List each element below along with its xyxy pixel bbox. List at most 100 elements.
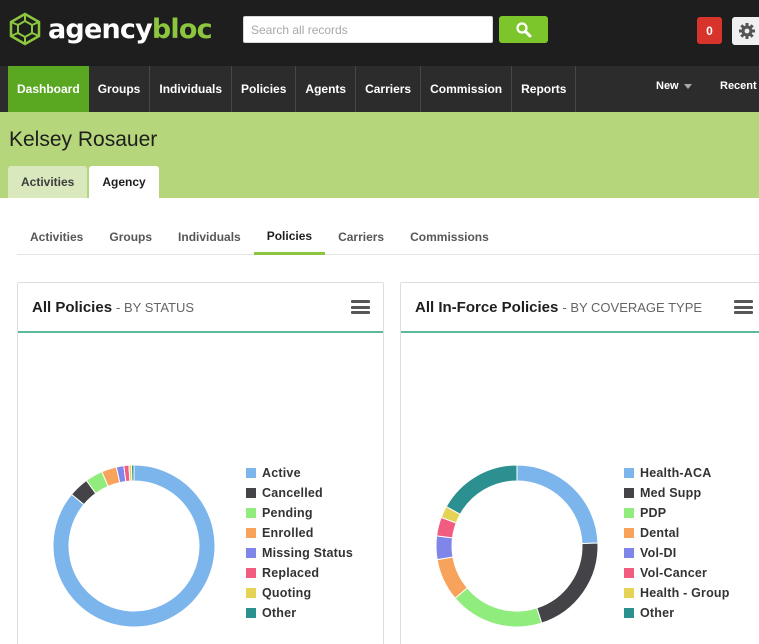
chart-legend: Health-ACA Med Supp PDP Dental Vol-DI Vol-Can… xyxy=(624,463,730,623)
nav-items: Dashboard Groups Individuals Policies Ag… xyxy=(8,66,577,112)
legend-swatch xyxy=(246,548,256,558)
logo-wordmark: agencybloc xyxy=(48,13,213,45)
search-icon xyxy=(515,21,531,37)
legend-swatch xyxy=(246,608,256,618)
nav-groups[interactable]: Groups xyxy=(89,66,151,112)
legend-label: Vol-Cancer xyxy=(640,566,708,580)
panel-header: All In-Force Policies - BY COVERAGE TYPE xyxy=(401,283,759,333)
policies-status-donut xyxy=(52,464,216,628)
inforce-by-coverage-panel: All In-Force Policies - BY COVERAGE TYPE… xyxy=(400,282,759,644)
legend-swatch xyxy=(624,548,634,558)
slice-other[interactable] xyxy=(130,464,135,482)
legend-swatch xyxy=(624,568,634,578)
recent-dropdown[interactable]: Recent xyxy=(720,80,757,92)
record-tabs: Activities Agency xyxy=(8,166,159,198)
legend-item-med-supp[interactable]: Med Supp xyxy=(624,483,730,503)
legend-item-vol-di[interactable]: Vol-DI xyxy=(624,543,730,563)
new-dropdown-label: New xyxy=(656,80,679,92)
panel-title: All Policies xyxy=(32,298,113,316)
nav-dashboard[interactable]: Dashboard xyxy=(8,66,89,112)
logo-cube-icon xyxy=(9,12,41,46)
legend-item-pending[interactable]: Pending xyxy=(246,503,353,523)
nav-agents[interactable]: Agents xyxy=(296,66,357,112)
legend-label: Active xyxy=(262,466,301,480)
legend-item-cancelled[interactable]: Cancelled xyxy=(246,483,353,503)
nav-individuals[interactable]: Individuals xyxy=(150,66,233,112)
legend-label: Cancelled xyxy=(262,486,323,500)
legend-label: Missing Status xyxy=(262,546,354,560)
legend-item-enrolled[interactable]: Enrolled xyxy=(246,523,353,543)
nav-carriers[interactable]: Carriers xyxy=(356,66,422,112)
legend-label: Vol-DI xyxy=(640,546,677,560)
hamburger-menu-icon[interactable] xyxy=(734,300,753,314)
legend-item-health-aca[interactable]: Health-ACA xyxy=(624,463,730,483)
legend-swatch xyxy=(624,588,634,598)
legend-swatch xyxy=(624,608,634,618)
subtab-carriers[interactable]: Carriers xyxy=(325,218,397,255)
legend-label: Health-ACA xyxy=(640,466,712,480)
subtab-policies[interactable]: Policies xyxy=(253,218,326,255)
notifications-badge[interactable]: 0 xyxy=(697,17,722,44)
legend-label: Pending xyxy=(262,506,313,520)
slice-pdp[interactable] xyxy=(454,587,543,628)
subtab-individuals[interactable]: Individuals xyxy=(165,218,254,255)
legend-label: Dental xyxy=(640,526,680,540)
legend-swatch xyxy=(624,508,634,518)
legend-item-other[interactable]: Other xyxy=(624,603,730,623)
legend-label: Replaced xyxy=(262,566,320,580)
tab-agency[interactable]: Agency xyxy=(89,166,159,198)
nav-policies[interactable]: Policies xyxy=(232,66,297,112)
legend-swatch xyxy=(624,468,634,478)
legend-item-quoting[interactable]: Quoting xyxy=(246,583,353,603)
nav-commission[interactable]: Commission xyxy=(421,66,513,112)
legend-swatch xyxy=(246,568,256,578)
slice-vol-di[interactable] xyxy=(435,535,454,561)
legend-swatch xyxy=(246,508,256,518)
legend-item-active[interactable]: Active xyxy=(246,463,353,483)
search-button[interactable] xyxy=(499,16,548,43)
legend-swatch xyxy=(624,488,634,498)
legend-label: Other xyxy=(640,606,675,620)
panel-header: All Policies - BY STATUS xyxy=(18,283,383,333)
caret-down-icon xyxy=(683,83,692,89)
legend-label: Enrolled xyxy=(262,526,314,540)
new-dropdown[interactable]: New xyxy=(656,80,692,92)
slice-other[interactable] xyxy=(445,464,518,516)
policies-by-status-panel: All Policies - BY STATUS Active Cancelled… xyxy=(17,282,384,644)
legend-swatch xyxy=(246,488,256,498)
legend-item-vol-cancer[interactable]: Vol-Cancer xyxy=(624,563,730,583)
dashboard-subtabs: Activities Groups Individuals Policies C… xyxy=(17,218,759,255)
nav-reports[interactable]: Reports xyxy=(512,66,577,112)
legend-item-missing-status[interactable]: Missing Status xyxy=(246,543,353,563)
top-bar: agencybloc 0 xyxy=(0,0,759,66)
slice-med-supp[interactable] xyxy=(536,542,599,624)
settings-button[interactable] xyxy=(732,17,759,45)
legend-label: Med Supp xyxy=(640,486,702,500)
legend-label: Health - Group xyxy=(640,586,730,600)
legend-swatch xyxy=(624,528,634,538)
logo[interactable]: agencybloc xyxy=(8,12,213,46)
main-nav: Dashboard Groups Individuals Policies Ag… xyxy=(0,66,759,112)
legend-item-dental[interactable]: Dental xyxy=(624,523,730,543)
panel-title: All In-Force Policies xyxy=(415,298,559,316)
page-title: Kelsey Rosauer xyxy=(9,128,158,151)
record-header: Kelsey Rosauer Activities Agency xyxy=(0,112,759,198)
legend-item-replaced[interactable]: Replaced xyxy=(246,563,353,583)
gear-icon xyxy=(739,23,755,39)
tab-activities[interactable]: Activities xyxy=(8,166,88,198)
subtab-commissions[interactable]: Commissions xyxy=(397,218,502,255)
legend-label: PDP xyxy=(640,506,667,520)
legend-swatch xyxy=(246,528,256,538)
subtab-groups[interactable]: Groups xyxy=(96,218,165,255)
slice-dental[interactable] xyxy=(436,556,469,599)
hamburger-menu-icon[interactable] xyxy=(351,300,370,314)
search-input[interactable] xyxy=(243,16,493,43)
subtab-activities[interactable]: Activities xyxy=(17,218,96,255)
legend-item-pdp[interactable]: PDP xyxy=(624,503,730,523)
slice-health-aca[interactable] xyxy=(516,464,599,545)
legend-item-health-group[interactable]: Health - Group xyxy=(624,583,730,603)
panel-subtitle: - BY STATUS xyxy=(116,299,195,315)
legend-label: Quoting xyxy=(262,586,312,600)
chart-legend: Active Cancelled Pending Enrolled Missing St… xyxy=(246,463,353,623)
legend-item-other[interactable]: Other xyxy=(246,603,353,623)
